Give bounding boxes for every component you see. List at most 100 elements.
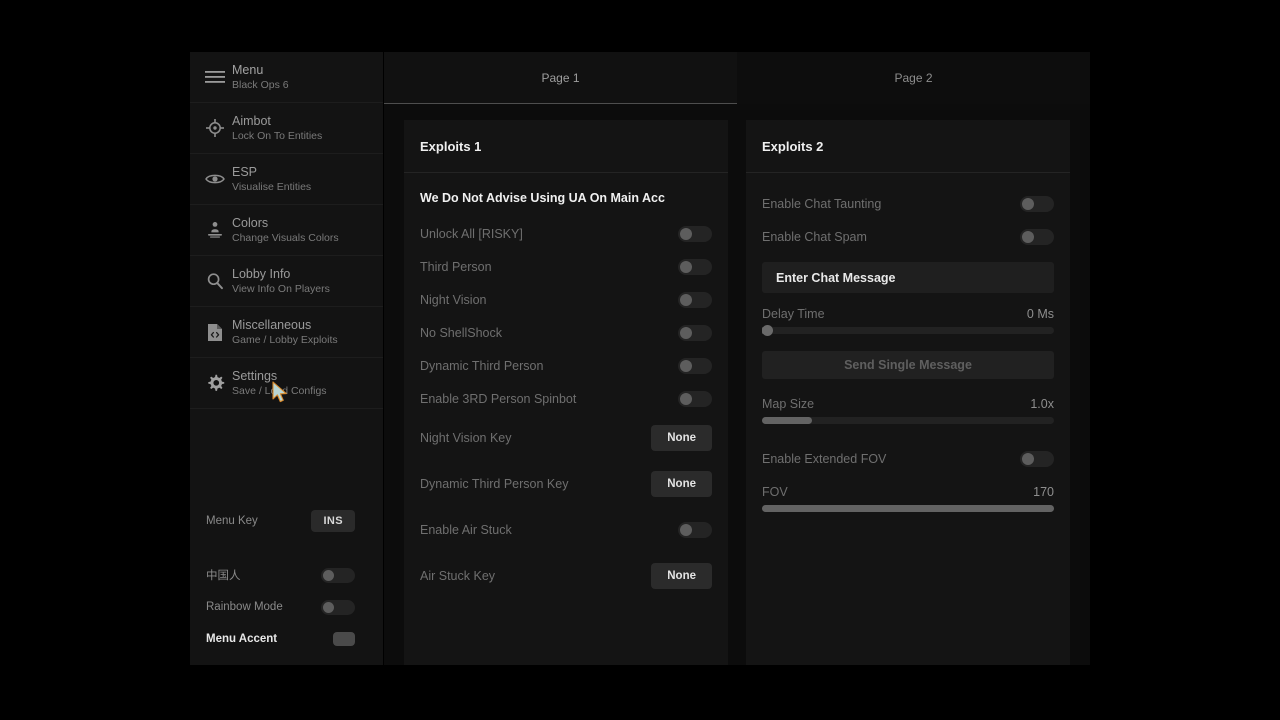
content-area: Page 1 Page 2 Exploits 1 We Do Not Advis… xyxy=(384,52,1090,665)
menu-key-label: Menu Key xyxy=(206,515,258,527)
menu-accent-swatch[interactable] xyxy=(333,632,355,646)
map-size-row: Map Size 1.0x xyxy=(762,391,1054,417)
row-no-shellshock: No ShellShock xyxy=(420,316,712,349)
sidebar-item-subtitle: Save / Load Configs xyxy=(232,384,327,397)
map-size-value: 1.0x xyxy=(1030,397,1054,411)
row-label: Enable 3RD Person Spinbot xyxy=(420,391,577,406)
file-code-icon xyxy=(198,323,232,342)
row-chat-spam: Enable Chat Spam xyxy=(762,220,1054,253)
row-third-person: Third Person xyxy=(420,250,712,283)
third-person-toggle[interactable] xyxy=(678,258,712,275)
panel-exploits-1-body: We Do Not Advise Using UA On Main Acc Un… xyxy=(404,173,728,665)
rainbow-mode-toggle[interactable] xyxy=(321,599,355,615)
row-dynamic-third-person: Dynamic Third Person xyxy=(420,349,712,382)
dynamic-third-person-toggle[interactable] xyxy=(678,357,712,374)
chat-taunting-toggle[interactable] xyxy=(1020,195,1054,212)
sidebar-item-miscellaneous[interactable]: Miscellaneous Game / Lobby Exploits xyxy=(190,307,383,358)
row-night-vision: Night Vision xyxy=(420,283,712,316)
row-label: Dynamic Third Person Key xyxy=(420,477,569,491)
eye-icon xyxy=(198,172,232,186)
sidebar-item-title: Miscellaneous xyxy=(232,317,312,332)
unlock-all-toggle[interactable] xyxy=(678,225,712,242)
air-stuck-key-button[interactable]: None xyxy=(651,563,712,589)
row-dynamic-third-person-key: Dynamic Third Person Key None xyxy=(420,461,712,507)
panel-exploits-2: Exploits 2 Enable Chat Taunting Enable C… xyxy=(746,120,1070,665)
sidebar-item-esp[interactable]: ESP Visualise Entities xyxy=(190,154,383,205)
sidebar-item-title: Colors xyxy=(232,215,269,230)
send-single-message-button[interactable]: Send Single Message xyxy=(762,351,1054,379)
sidebar-item-subtitle: View Info On Players xyxy=(232,282,330,295)
enable-air-stuck-toggle[interactable] xyxy=(678,522,712,538)
chat-message-value: Enter Chat Message xyxy=(776,270,896,285)
row-night-vision-key: Night Vision Key None xyxy=(420,415,712,461)
row-label: Air Stuck Key xyxy=(420,569,496,583)
row-chat-taunting: Enable Chat Taunting xyxy=(762,187,1054,220)
menu-key-button[interactable]: INS xyxy=(311,510,355,532)
sidebar-item-aimbot[interactable]: Aimbot Lock On To Entities xyxy=(190,103,383,154)
sidebar-item-subtitle: Visualise Entities xyxy=(232,180,312,193)
menu-accent-label: Menu Accent xyxy=(206,633,278,645)
row-label: Third Person xyxy=(420,259,492,274)
map-size-label: Map Size xyxy=(762,397,815,411)
row-3rd-person-spinbot: Enable 3RD Person Spinbot xyxy=(420,382,712,415)
third-person-spinbot-toggle[interactable] xyxy=(678,390,712,407)
panel-exploits-1: Exploits 1 We Do Not Advise Using UA On … xyxy=(404,120,728,665)
sidebar-item-subtitle: Lock On To Entities xyxy=(232,129,323,142)
rainbow-mode-label: Rainbow Mode xyxy=(206,601,283,613)
fov-value: 170 xyxy=(1033,485,1054,499)
extended-fov-toggle[interactable] xyxy=(1020,450,1054,467)
tab-bar: Page 1 Page 2 xyxy=(384,52,1090,104)
night-vision-key-button[interactable]: None xyxy=(651,425,712,451)
sidebar-item-title: Lobby Info xyxy=(232,266,291,281)
row-air-stuck-key: Air Stuck Key None xyxy=(420,553,712,599)
sidebar-item-settings[interactable]: Settings Save / Load Configs xyxy=(190,358,383,409)
panel-exploits-2-title: Exploits 2 xyxy=(746,120,1070,173)
row-enable-air-stuck: Enable Air Stuck xyxy=(420,507,712,553)
sidebar-item-subtitle: Game / Lobby Exploits xyxy=(232,333,338,346)
sidebar-item-title: Settings xyxy=(232,368,278,383)
palette-person-icon xyxy=(198,221,232,239)
advisory-note: We Do Not Advise Using UA On Main Acc xyxy=(420,191,665,205)
tab-page-1[interactable]: Page 1 xyxy=(384,52,737,104)
fov-slider[interactable] xyxy=(762,505,1054,512)
tab-page-2-label: Page 2 xyxy=(894,71,933,85)
sidebar-item-colors[interactable]: Colors Change Visuals Colors xyxy=(190,205,383,256)
row-extended-fov: Enable Extended FOV xyxy=(762,442,1054,475)
map-size-fill xyxy=(762,417,812,424)
crosshair-icon xyxy=(198,119,232,137)
row-label: Enable Chat Spam xyxy=(762,229,867,244)
menu-key-row: Menu Key INS xyxy=(190,505,383,537)
gear-icon xyxy=(198,374,232,393)
map-size-slider[interactable] xyxy=(762,417,1054,424)
panels-container: Exploits 1 We Do Not Advise Using UA On … xyxy=(384,104,1090,665)
delay-time-label: Delay Time xyxy=(762,307,825,321)
row-label: Night Vision xyxy=(420,292,487,307)
rainbow-mode-row: Rainbow Mode xyxy=(190,591,383,623)
row-unlock-all: Unlock All [RISKY] xyxy=(420,217,712,250)
panel-exploits-2-body: Enable Chat Taunting Enable Chat Spam En… xyxy=(746,173,1070,665)
no-shellshock-toggle[interactable] xyxy=(678,324,712,341)
sidebar-header-title: Menu xyxy=(232,62,264,77)
tab-page-1-label: Page 1 xyxy=(541,71,580,85)
delay-time-knob[interactable] xyxy=(762,325,773,336)
sidebar-item-lobby-info[interactable]: Lobby Info View Info On Players xyxy=(190,256,383,307)
tab-page-2[interactable]: Page 2 xyxy=(737,52,1090,104)
chat-message-input[interactable]: Enter Chat Message xyxy=(762,262,1054,293)
delay-time-slider[interactable] xyxy=(762,325,1054,336)
hamburger-icon[interactable] xyxy=(198,70,232,84)
row-label: Enable Extended FOV xyxy=(762,451,887,466)
night-vision-toggle[interactable] xyxy=(678,291,712,308)
chat-spam-toggle[interactable] xyxy=(1020,228,1054,245)
chinese-language-row: 中国人 xyxy=(190,559,383,591)
sidebar-header[interactable]: Menu Black Ops 6 xyxy=(190,52,383,103)
sidebar-item-title: ESP xyxy=(232,164,258,179)
sidebar-item-title: Aimbot xyxy=(232,113,271,128)
dynamic-third-person-key-button[interactable]: None xyxy=(651,471,712,497)
delay-time-value: 0 Ms xyxy=(1026,307,1054,321)
fov-label: FOV xyxy=(762,485,788,499)
menu-accent-row: Menu Accent xyxy=(190,623,383,655)
panel-exploits-1-title: Exploits 1 xyxy=(404,120,728,173)
sidebar: Menu Black Ops 6 Aimbot Lock On To Entit… xyxy=(190,52,384,665)
chinese-language-toggle[interactable] xyxy=(321,567,355,583)
